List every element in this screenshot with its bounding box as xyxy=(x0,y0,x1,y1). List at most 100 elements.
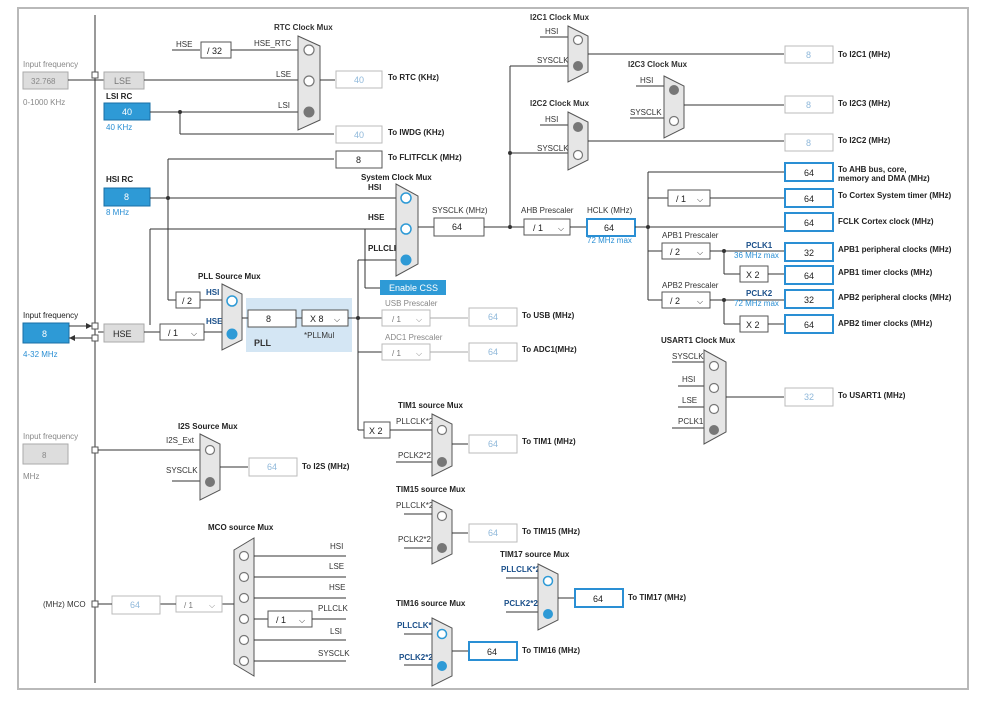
pll-mul-value: X 8 xyxy=(310,314,324,324)
i2s-source-mux[interactable] xyxy=(199,433,221,501)
i2c1-clock-mux[interactable] xyxy=(567,25,589,83)
sys-mux-hse-option[interactable] xyxy=(400,223,412,235)
tim16-pclk2-option[interactable] xyxy=(437,661,447,671)
tim15-source-mux[interactable] xyxy=(431,499,453,565)
hse-divider-select[interactable] xyxy=(159,323,205,341)
mco-output-value: 64 xyxy=(130,600,140,610)
hsi-rc-sub: 8 MHz xyxy=(106,208,129,217)
usb-prescaler-value: / 1 xyxy=(392,315,401,324)
apb1-timer-output-value: 64 xyxy=(804,271,814,281)
tim17-pllclk-option[interactable] xyxy=(542,575,554,587)
tim16-in-pclk2: PCLK2*2 xyxy=(399,653,433,662)
tim1-mux-title: TIM1 source Mux xyxy=(398,401,463,410)
usart1-lse-option[interactable] xyxy=(708,403,720,415)
input-frequency-lse-label: Input frequency xyxy=(23,60,78,69)
tim16-pllclk-option[interactable] xyxy=(436,628,448,640)
usb-prescaler-select[interactable] xyxy=(381,309,431,327)
mco-hse-option[interactable] xyxy=(238,592,250,604)
tim1-output-label: To TIM1 (MHz) xyxy=(522,437,576,446)
i2c2-mux-title: I2C2 Clock Mux xyxy=(530,99,590,108)
i2c3-hsi-option[interactable] xyxy=(669,85,679,95)
hsi-rc-title: HSI RC xyxy=(106,175,133,184)
rtc-mux-hse-option[interactable] xyxy=(303,44,315,56)
sys-mux-hse-label: HSE xyxy=(368,213,385,222)
pll-input-value: 8 xyxy=(266,314,271,324)
cortex-divider-value: / 1 xyxy=(676,194,686,204)
tim15-pllclk-option[interactable] xyxy=(436,510,448,522)
pll-src-hse-label: HSE xyxy=(206,317,223,326)
apb2-timer-output-label: APB2 timer clocks (MHz) xyxy=(838,319,933,328)
i2s-ext-option[interactable] xyxy=(204,444,216,456)
i2c1-hsi-option[interactable] xyxy=(572,34,584,46)
tim16-source-mux[interactable] xyxy=(431,617,453,687)
chevron-down-icon: ⌵ xyxy=(558,224,564,233)
hclk-max: 72 MHz max xyxy=(587,236,632,245)
mco-sysclk-option[interactable] xyxy=(238,655,250,667)
mco-pll-divider-select[interactable] xyxy=(267,610,313,628)
usart1-in-pclk1: PCLK1 xyxy=(678,417,704,426)
chevron-down-icon: ⌵ xyxy=(191,329,197,338)
tim1-pclk2-option[interactable] xyxy=(437,457,447,467)
mco-pllclk-option[interactable] xyxy=(238,613,250,625)
i2c1-mux-title: I2C1 Clock Mux xyxy=(530,13,590,22)
mco-lse-option[interactable] xyxy=(238,571,250,583)
sys-mux-pllclk-label: PLLCLK xyxy=(368,244,400,253)
rtc-mux-lsi-option[interactable] xyxy=(303,106,315,118)
input-frequency-lse-value: 32.768 xyxy=(31,77,56,86)
lsi-rc-title: LSI RC xyxy=(106,92,132,101)
usart1-sysclk-option[interactable] xyxy=(708,360,720,372)
mco-lsi-option[interactable] xyxy=(238,634,250,646)
i2c1-output-value: 8 xyxy=(806,50,811,60)
pclk2-max: 72 MHz max xyxy=(734,299,779,308)
i2c2-output-value: 8 xyxy=(806,138,811,148)
tim17-output-label: To TIM17 (MHz) xyxy=(628,593,686,602)
cortex-divider-select[interactable] xyxy=(667,189,711,207)
tim17-pclk2-option[interactable] xyxy=(543,609,553,619)
apb1-timer-multiplier-label: X 2 xyxy=(746,270,760,280)
tim17-source-mux[interactable] xyxy=(537,563,559,631)
i2s-sysclk-option[interactable] xyxy=(205,477,215,487)
i2c1-sysclk-option[interactable] xyxy=(573,61,583,71)
rtc-output-value: 40 xyxy=(354,75,364,85)
tim1-in-pclk2: PCLK2*2 xyxy=(398,451,431,460)
rtc-mux-lse-option[interactable] xyxy=(303,75,315,87)
i2c2-sysclk-option[interactable] xyxy=(572,149,584,161)
adc-prescaler-select[interactable] xyxy=(381,343,431,361)
ahb-prescaler-title: AHB Prescaler xyxy=(521,206,574,215)
tim1-pllclk-option[interactable] xyxy=(436,424,448,436)
pll-source-mux[interactable] xyxy=(221,283,243,351)
i2c2-clock-mux[interactable] xyxy=(567,111,589,171)
i2c3-hsi-label: HSI xyxy=(640,76,653,85)
i2s-output-value: 64 xyxy=(267,462,277,472)
i2c3-sysclk-option[interactable] xyxy=(668,115,680,127)
sys-mux-hsi-option[interactable] xyxy=(400,192,412,204)
mco-hsi-option[interactable] xyxy=(238,550,250,562)
pll-input-field[interactable] xyxy=(247,309,297,328)
mco-divider-select[interactable] xyxy=(175,595,223,613)
rtc-output-label: To RTC (KHz) xyxy=(388,73,439,82)
pll-src-hse-option[interactable] xyxy=(226,328,238,340)
usart1-pclk1-option[interactable] xyxy=(709,425,719,435)
i2c2-output-label: To I2C2 (MHz) xyxy=(838,136,891,145)
tim15-output-value: 64 xyxy=(488,528,498,538)
hclk-value: 64 xyxy=(604,223,614,233)
mco-in-pllclk: PLLCLK xyxy=(318,604,348,613)
hse-divider-value: / 1 xyxy=(168,328,178,338)
tim15-pclk2-option[interactable] xyxy=(437,543,447,553)
sysclk-label: SYSCLK (MHz) xyxy=(432,206,488,215)
pll-mul-select[interactable] xyxy=(301,309,349,327)
lsi-rc-value: 40 xyxy=(122,107,132,117)
sys-mux-pllclk-option[interactable] xyxy=(400,254,412,266)
tim15-output-label: To TIM15 (MHz) xyxy=(522,527,580,536)
chevron-down-icon: ⌵ xyxy=(416,349,422,358)
usb-prescaler-title: USB Prescaler xyxy=(385,299,438,308)
i2c1-hsi-label: HSI xyxy=(545,27,558,36)
ahb-prescaler-value: / 1 xyxy=(533,223,543,233)
iwdg-output-value: 40 xyxy=(354,130,364,140)
i2c2-hsi-option[interactable] xyxy=(573,122,583,132)
i2c3-mux-title: I2C3 Clock Mux xyxy=(628,60,688,69)
pll-src-hsi-option[interactable] xyxy=(226,295,238,307)
usart1-hsi-option[interactable] xyxy=(708,382,720,394)
i2s-in-ext: I2S_Ext xyxy=(166,436,195,445)
chevron-down-icon: ⌵ xyxy=(209,601,215,610)
